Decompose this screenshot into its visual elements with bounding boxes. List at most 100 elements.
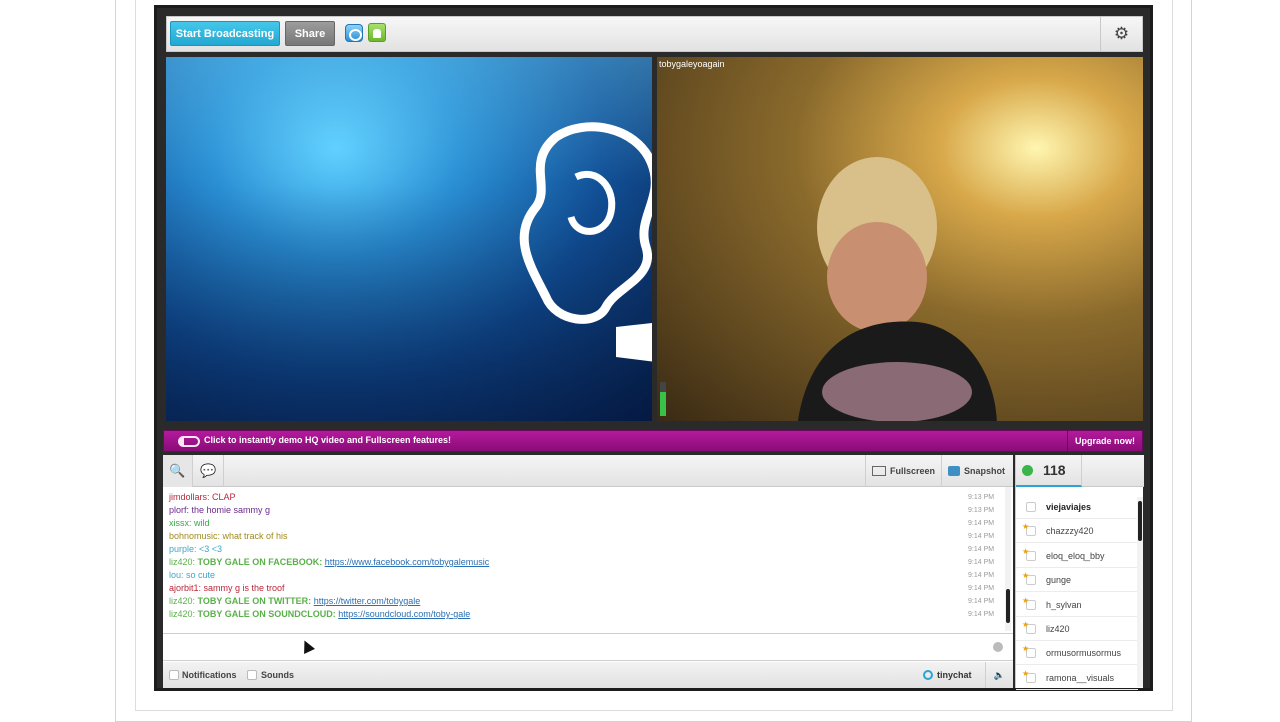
promo-text[interactable]: Click to instantly demo HQ video and Ful… (204, 435, 451, 445)
user-name[interactable]: h_sylvan (1046, 600, 1082, 610)
user-name[interactable]: eloq_eloq_bby (1046, 551, 1105, 561)
chat-message-text: sammy g is the troof (201, 583, 285, 593)
chat-message-time: 9:14 PM (968, 533, 995, 540)
chat-message: ajorbit1: sammy g is the troof (169, 582, 285, 594)
chat-message-user[interactable]: liz420: (169, 557, 195, 567)
notifications-checkbox[interactable] (169, 670, 179, 680)
video-left[interactable] (166, 57, 652, 421)
chat-message-user[interactable]: bohnomusic: (169, 531, 220, 541)
notifications-label[interactable]: Notifications (182, 670, 237, 680)
star-icon: ★ (1022, 571, 1030, 581)
chat-scrollbar-thumb[interactable] (1006, 589, 1010, 623)
chat-message-user[interactable]: xissx: (169, 518, 192, 528)
speaker-button[interactable]: 🔈 (985, 662, 1013, 688)
user-list-item[interactable]: ★ gunge (1016, 568, 1138, 593)
chat-message: plorf: the homie sammy g (169, 504, 270, 516)
top-toolbar: Start Broadcasting Share ⚙ (166, 16, 1143, 52)
sounds-checkbox[interactable] (247, 670, 257, 680)
chat-message-user[interactable]: liz420: (169, 609, 195, 619)
hq-video-icon (178, 436, 200, 447)
user-checkbox[interactable] (1026, 502, 1036, 512)
star-icon: ★ (1022, 546, 1030, 556)
chat-message-user[interactable]: purple: (169, 544, 197, 554)
chat-message-user[interactable]: ajorbit1: (169, 583, 201, 593)
upgrade-button[interactable]: Upgrade now! (1067, 431, 1142, 451)
chat-message-time: 9:14 PM (968, 611, 995, 618)
promo-bar[interactable]: Click to instantly demo HQ video and Ful… (163, 430, 1143, 452)
camera-icon (948, 466, 960, 476)
search-icon: 🔍 (169, 463, 186, 478)
chat-message-text: what track of his (220, 531, 288, 541)
chat-bubbles-icon: 💬 (200, 463, 217, 478)
emoticon-icon[interactable] (993, 642, 1003, 652)
star-icon: ★ (1022, 620, 1030, 629)
tinychat-room: Start Broadcasting Share ⚙ tobygaleyoaga… (154, 5, 1153, 691)
chat-message-text: the homie sammy g (189, 505, 271, 515)
chat-input[interactable] (168, 639, 978, 657)
chat-message-text: TOBY GALE ON SOUNDCLOUD: (195, 609, 336, 619)
chat-message-time: 9:13 PM (968, 507, 995, 514)
user-name[interactable]: liz420 (1046, 624, 1070, 634)
chat-message-time: 9:14 PM (968, 598, 995, 605)
search-tab[interactable]: 🔍 (163, 455, 193, 487)
ios-app-icon[interactable] (345, 24, 363, 42)
chat-message-time: 9:14 PM (968, 572, 995, 579)
user-count-tab[interactable]: 118 (1016, 455, 1082, 487)
chat-tab[interactable]: 💬 (194, 455, 224, 487)
chat-message-time: 9:14 PM (968, 559, 995, 566)
user-list-item[interactable]: viejaviajes (1016, 495, 1138, 519)
fullscreen-button[interactable]: Fullscreen (865, 455, 941, 487)
video-right-person (797, 157, 997, 421)
chat-message-text: TOBY GALE ON TWITTER: (195, 596, 312, 606)
video-right[interactable]: tobygaleyoagain (657, 57, 1143, 421)
user-list-item[interactable]: ★ h_sylvan (1016, 593, 1138, 617)
start-broadcasting-button[interactable]: Start Broadcasting (170, 21, 280, 46)
user-list-item[interactable]: ★ ormusormusormus (1016, 641, 1138, 666)
chat-input-row (163, 633, 1013, 661)
user-list-item[interactable]: ★ chazzzy420 (1016, 519, 1138, 544)
user-name[interactable]: chazzzy420 (1046, 526, 1094, 536)
chat-message-user[interactable]: liz420: (169, 596, 195, 606)
user-list-item[interactable]: ★ ramona__visuals (1016, 666, 1138, 690)
user-name[interactable]: ormusormusormus (1046, 648, 1121, 658)
user-name[interactable]: gunge (1046, 575, 1071, 585)
chat-message: purple: <3 <3 (169, 543, 222, 555)
chat-message: jimdollars: CLAP (169, 491, 236, 503)
user-list-panel: 118 viejaviajes ★ chazzzy420 ★ eloq_eloq_bby… (1015, 455, 1144, 690)
speaker-icon: 🔈 (993, 669, 1006, 680)
settings-button[interactable]: ⚙ (1100, 17, 1142, 51)
chat-message-text: so cute (183, 570, 216, 580)
fullscreen-icon (872, 466, 886, 476)
chat-scrollbar[interactable] (1005, 487, 1011, 631)
user-list-scrollbar[interactable] (1137, 497, 1143, 687)
share-button[interactable]: Share (285, 21, 335, 46)
chat-message-link[interactable]: https://twitter.com/tobygale (314, 596, 421, 606)
user-name[interactable]: viejaviajes (1046, 502, 1091, 512)
user-list-item[interactable]: ★ eloq_eloq_bby (1016, 544, 1138, 568)
chat-message: lou: so cute (169, 569, 215, 581)
star-icon: ★ (1022, 522, 1030, 532)
android-app-icon[interactable] (368, 23, 386, 42)
chat-message-text: CLAP (209, 492, 236, 502)
audio-level-meter (660, 382, 666, 416)
chat-message-user[interactable]: plorf: (169, 505, 189, 515)
chat-toolbar: 🔍 💬 Fullscreen Snapshot (163, 455, 1013, 487)
chat-message: xissx: wild (169, 517, 210, 529)
chat-message-user[interactable]: lou: (169, 570, 184, 580)
user-list-header: 118 (1016, 455, 1144, 487)
tinychat-label: tinychat (937, 670, 972, 680)
user-list-item[interactable]: ★ liz420 (1016, 617, 1138, 641)
chat-message-link[interactable]: https://www.facebook.com/tobygalemusic (325, 557, 490, 567)
tinychat-brand[interactable]: tinychat (923, 662, 983, 688)
chat-message-link[interactable]: https://soundcloud.com/toby-gale (338, 609, 470, 619)
chat-panel: 🔍 💬 Fullscreen Snapshot jimdollars: CLAP… (163, 455, 1013, 688)
user-name[interactable]: ramona__visuals (1046, 673, 1114, 683)
chat-message-text: TOBY GALE ON FACEBOOK: (195, 557, 323, 567)
chat-message: liz420: TOBY GALE ON SOUNDCLOUD: https:/… (169, 608, 470, 620)
chat-message-user[interactable]: jimdollars: (169, 492, 210, 502)
user-list-scrollbar-thumb[interactable] (1138, 501, 1142, 541)
sounds-label[interactable]: Sounds (261, 670, 294, 680)
snapshot-button[interactable]: Snapshot (941, 455, 1013, 487)
chat-message-text: wild (191, 518, 210, 528)
star-icon: ★ (1022, 668, 1030, 678)
